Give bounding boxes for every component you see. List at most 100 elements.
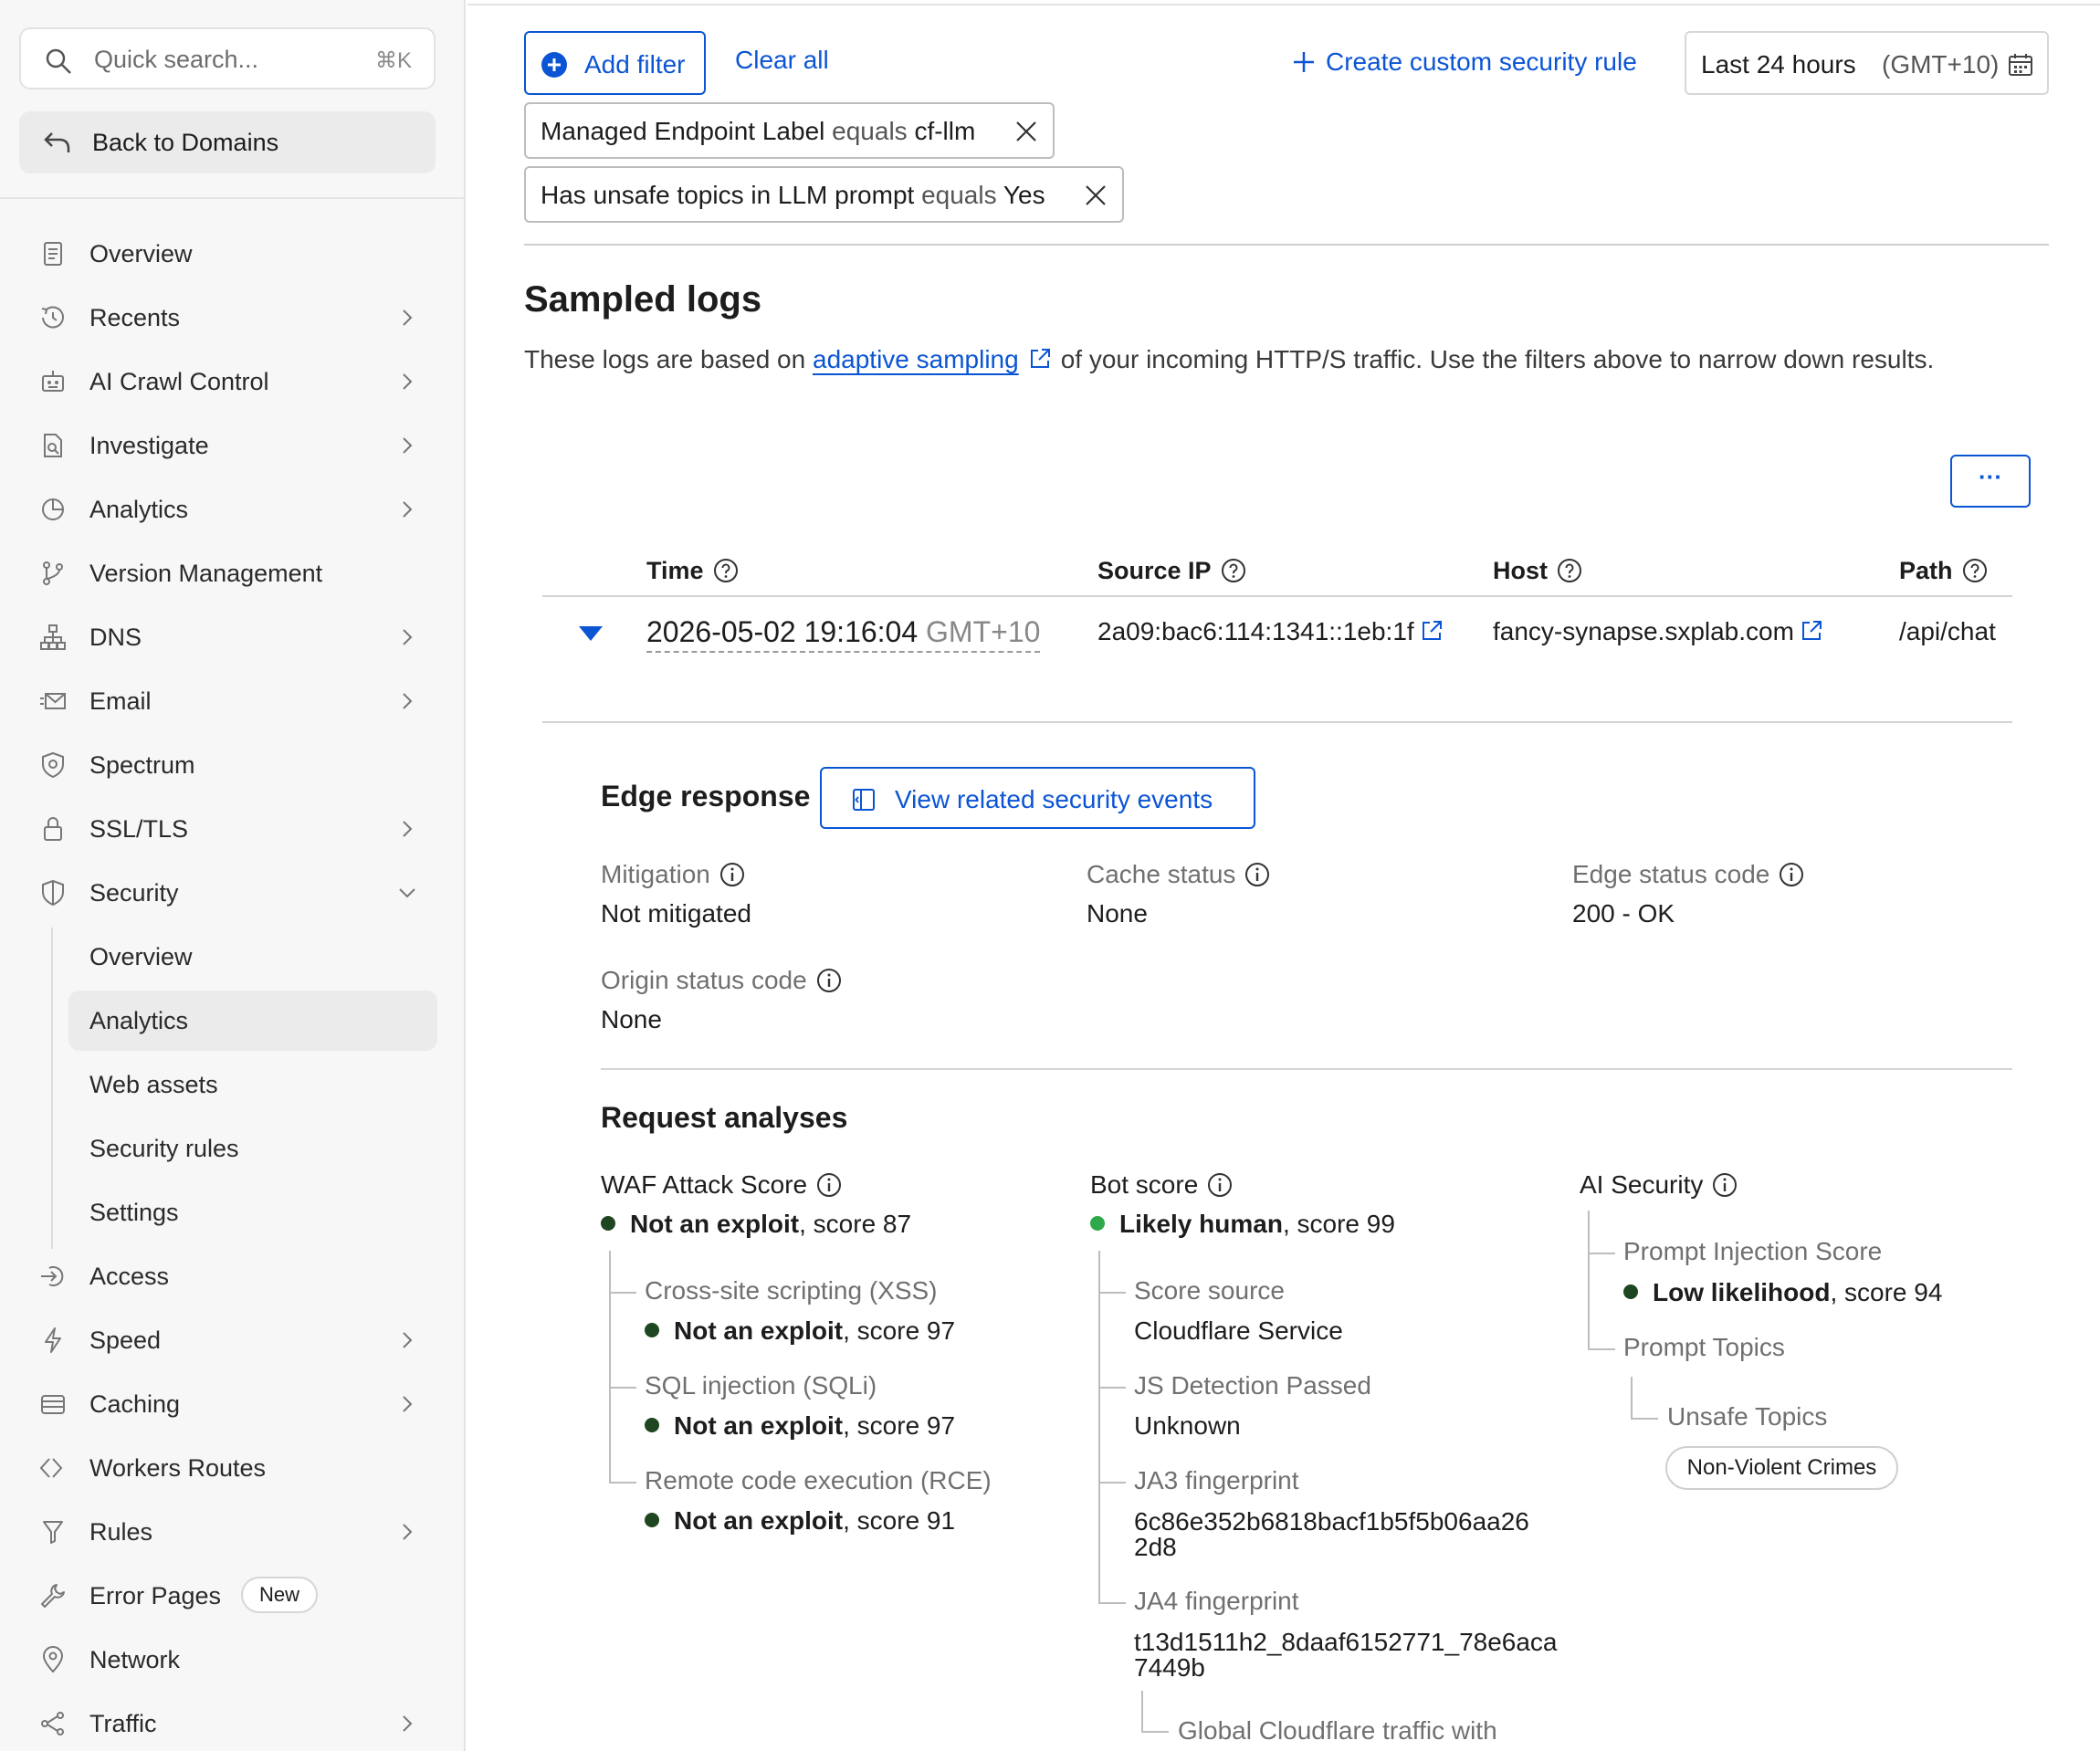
back-to-domains-button[interactable]: Back to Domains	[19, 111, 436, 173]
status-dot	[1090, 1216, 1105, 1231]
info-icon[interactable]	[1712, 1172, 1738, 1198]
prompt-injection-label: Prompt Injection Score	[1623, 1237, 1883, 1265]
column-label: Time	[646, 557, 704, 584]
sidebar-item-caching[interactable]: Caching	[0, 1378, 464, 1431]
sidebar-item-version-management[interactable]: Version Management	[0, 547, 464, 600]
status-dot	[1623, 1284, 1638, 1299]
sidebar-subitem-security-rules[interactable]: Security rules	[68, 1118, 437, 1179]
column-header-source-ip[interactable]: Source IP	[1097, 557, 1246, 585]
sidebar-subitem-label: Settings	[89, 1199, 179, 1226]
field-label: WAF Attack Score	[601, 1170, 808, 1199]
help-icon[interactable]	[713, 558, 739, 583]
help-icon[interactable]	[1557, 558, 1582, 583]
info-icon[interactable]	[1244, 862, 1270, 887]
filter-chip[interactable]: Has unsafe topics in LLM prompt equals Y…	[524, 166, 1124, 223]
origin-status-value: None	[601, 1005, 662, 1033]
tree-branch	[609, 1387, 636, 1389]
info-icon[interactable]	[1207, 1172, 1233, 1198]
close-icon[interactable]	[1083, 183, 1108, 208]
search-input[interactable]: Quick search... ⌘K	[19, 27, 436, 89]
security-submenu-rail	[51, 928, 53, 1249]
ja3-value-line2: 2d8	[1134, 1533, 1177, 1561]
sidebar-item-email[interactable]: Email	[0, 675, 464, 728]
tree-branch	[1631, 1418, 1658, 1420]
sidebar-item-analytics[interactable]: Analytics	[0, 483, 464, 536]
external-link-icon[interactable]	[1800, 619, 1823, 643]
sidebar-item-access[interactable]: Access	[0, 1250, 464, 1303]
tree-branch	[1098, 1602, 1126, 1604]
create-custom-rule-link[interactable]: Create custom security rule	[1291, 47, 1637, 77]
sidebar-subitem-label: Analytics	[89, 1007, 189, 1034]
edge-response-title: Edge response	[601, 780, 811, 813]
column-label: Host	[1493, 557, 1548, 584]
sidebar-item-label: Caching	[89, 1390, 181, 1418]
sidebar-subitem-analytics[interactable]: Analytics	[68, 991, 437, 1051]
clear-all-link[interactable]: Clear all	[735, 46, 829, 75]
cache-status-value: None	[1087, 899, 1148, 928]
sidebar-item-workers-routes[interactable]: Workers Routes	[0, 1442, 464, 1494]
column-header-host[interactable]: Host	[1493, 557, 1582, 585]
expand-caret-icon[interactable]	[577, 624, 604, 643]
log-source-ip[interactable]: 2a09:bac6:114:1341::1eb:1f	[1097, 617, 1444, 646]
sidebar-item-security[interactable]: Security	[0, 866, 464, 919]
sidebar-item-network[interactable]: Network	[0, 1633, 464, 1686]
bot-score-value: Likely human, score 99	[1090, 1210, 1395, 1239]
sidebar-item-traffic[interactable]: Traffic	[0, 1697, 464, 1750]
back-label: Back to Domains	[92, 129, 279, 156]
chevron-right-icon	[403, 1524, 413, 1540]
sidebar-item-recents[interactable]: Recents	[0, 291, 464, 344]
score-source-label: Score source	[1134, 1276, 1285, 1305]
close-icon[interactable]	[1013, 119, 1039, 144]
sidebar-subitem-settings[interactable]: Settings	[68, 1182, 437, 1242]
search-icon	[46, 48, 71, 74]
column-header-path[interactable]: Path	[1899, 557, 1988, 585]
sidebar-item-label: Speed	[89, 1326, 162, 1354]
sidebar-item-overview[interactable]: Overview	[0, 227, 464, 280]
chevron-right-icon	[403, 693, 413, 709]
filter-chip[interactable]: Managed Endpoint Label equals cf-llm	[524, 102, 1055, 159]
add-filter-button[interactable]: Add filter	[524, 31, 706, 95]
sidebar-subitem-overview[interactable]: Overview	[68, 927, 437, 987]
info-icon[interactable]	[816, 1172, 842, 1198]
sidebar-item-label: Recents	[89, 304, 181, 331]
sidebar-item-dns[interactable]: DNS	[0, 611, 464, 664]
sidebar-item-ssl-tls[interactable]: SSL/TLS	[0, 802, 464, 855]
sidebar-item-ai-crawl-control[interactable]: AI Crawl Control	[0, 355, 464, 408]
sidebar-item-label: Workers Routes	[89, 1454, 267, 1482]
log-host[interactable]: fancy-synapse.sxplab.com	[1493, 617, 1823, 646]
view-related-events-button[interactable]: View related security events	[820, 767, 1255, 829]
field-label: Origin status code	[601, 966, 807, 994]
sidebar-item-investigate[interactable]: Investigate	[0, 419, 464, 472]
ja4-value-line2: 7449b	[1134, 1653, 1205, 1682]
xss-value: Not an exploit, score 97	[645, 1316, 955, 1346]
status-dot	[645, 1513, 659, 1527]
sidebar-subitem-web-assets[interactable]: Web assets	[68, 1054, 437, 1115]
verdict: Not an exploit	[674, 1411, 844, 1440]
sidebar-item-rules[interactable]: Rules	[0, 1505, 464, 1558]
search-placeholder: Quick search...	[94, 46, 259, 73]
help-icon[interactable]	[1221, 558, 1246, 583]
sidebar-subitem-label: Web assets	[89, 1071, 218, 1098]
more-options-button[interactable]: ···	[1950, 455, 2031, 508]
back-arrow-icon	[44, 132, 70, 152]
pie-chart-icon	[42, 498, 64, 520]
external-link-icon[interactable]	[1420, 619, 1444, 643]
section-divider	[524, 244, 2049, 246]
time-range-picker[interactable]: Last 24 hours (GMT+10)	[1685, 31, 2049, 95]
create-rule-label: Create custom security rule	[1326, 47, 1637, 76]
sidebar-item-error-pages[interactable]: Error Pages New	[0, 1569, 464, 1622]
sidebar-item-spectrum[interactable]: Spectrum	[0, 739, 464, 792]
log-time[interactable]: 2026-05-02 19:16:04 GMT+10	[646, 615, 1041, 653]
adaptive-sampling-link[interactable]: adaptive sampling	[813, 345, 1019, 373]
sidebar-item-speed[interactable]: Speed	[0, 1314, 464, 1367]
status-dot	[601, 1216, 615, 1231]
sidebar-item-label: Error Pages	[89, 1582, 222, 1609]
info-icon[interactable]	[816, 968, 842, 993]
new-badge: New	[241, 1577, 319, 1613]
help-icon[interactable]	[1962, 558, 1988, 583]
tree-branch	[1098, 1292, 1126, 1294]
info-icon[interactable]	[719, 862, 745, 887]
column-header-time[interactable]: Time	[646, 557, 739, 585]
info-icon[interactable]	[1779, 862, 1804, 887]
section-divider	[601, 1068, 2012, 1070]
